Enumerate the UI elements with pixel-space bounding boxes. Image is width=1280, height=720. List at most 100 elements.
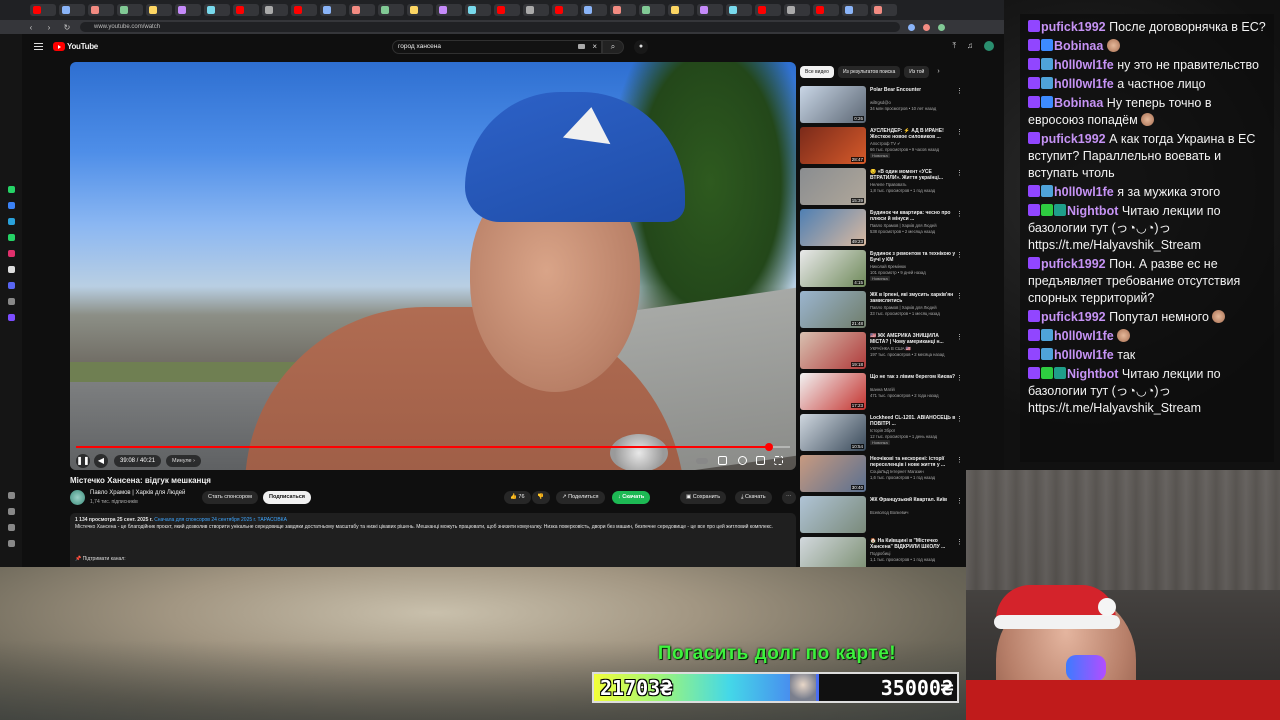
chat-username[interactable]: h0ll0wl1fe [1054,348,1114,362]
subscribe-button[interactable]: Подписаться [263,491,311,504]
recommendation-title[interactable]: ЖК Французький Квартал. Київ [870,497,956,503]
voice-search-icon[interactable]: ● [634,40,648,54]
telegram-icon[interactable] [8,218,15,225]
recommendation-title[interactable]: ЖК в Ірпені, які змусить харків'ян замис… [870,292,956,304]
whatsapp-icon[interactable] [8,186,15,193]
browser-tab[interactable] [204,4,230,16]
app-icon[interactable] [8,314,15,321]
dislike-button[interactable]: 👎 [532,491,550,504]
recommendation-item[interactable]: 19:18 🇺🇸 ЖК АМЕРИКА ЗНИЩИЛА МІСТА? | Чому… [800,330,966,371]
more-actions-button[interactable]: ⋯ [782,491,796,504]
download-button[interactable]: ⤓ Скачать [735,491,772,504]
recommendation-item[interactable]: 🏠 На Київщині в "Містечко Хансена" ВІДКР… [800,535,966,567]
recommendation-channel[interactable]: Іванна Матій [870,387,956,392]
recommendation-item[interactable]: 15:39 😏 «В один момент «УСЕ ВТРАТИЛИ». Жи… [800,166,966,207]
recommendation-channel[interactable]: wiltrgsd@o [870,100,956,105]
miniplayer-icon[interactable] [756,456,765,465]
browser-tab[interactable] [117,4,143,16]
recommendation-thumbnail[interactable]: 19:18 [800,332,866,369]
browser-tab[interactable] [871,4,897,16]
browser-tab[interactable] [175,4,201,16]
browser-tab[interactable] [88,4,114,16]
chip-all-videos[interactable]: Все видео [800,66,834,78]
dock-icon[interactable] [8,524,15,531]
recommendation-channel[interactable]: Всеволод Волкевич [870,510,956,515]
browser-tab[interactable] [465,4,491,16]
save-button[interactable]: ▣ Сохранить [680,491,727,504]
recommendation-channel[interactable]: Павло Храмов | Харків для Людей [870,305,956,310]
progress-scrubber[interactable] [764,443,773,451]
video-player[interactable]: ❚❚ ◀ 39:08 / 40:21 Минуле › [70,62,796,470]
browser-tab[interactable] [697,4,723,16]
recommendation-menu-icon[interactable]: ⋮ [956,251,963,259]
channel-name[interactable]: Павло Храмов | Харків для Людей [90,490,185,496]
chat-username[interactable]: pufick1992 [1041,257,1106,271]
recommendation-title[interactable]: Що не так з лівим берегом Києва? [870,374,956,380]
recommendation-title[interactable]: Будинок з ремонтом та технікою у Бучі у … [870,251,956,263]
recommendation-channel[interactable]: Апостроф TV ✔ [870,141,956,146]
browser-tab[interactable] [668,4,694,16]
browser-tab[interactable] [436,4,462,16]
recommendation-title[interactable]: Неочікові та нескорені: історії переселе… [870,456,956,468]
search-input[interactable]: город хансена × [392,40,602,54]
browser-tab[interactable] [523,4,549,16]
recommendation-item[interactable]: 10:54 Lockheed CL-1201. АВІАНОСЕЦЬ в ПОВІ… [800,412,966,453]
chapter-button[interactable]: Минуле › [166,455,201,467]
recommendation-thumbnail[interactable]: 4:15 [800,250,866,287]
download-button-green[interactable]: ↓ Скачать [612,491,651,504]
app-icon[interactable] [8,298,15,305]
browser-tab[interactable] [378,4,404,16]
recommendation-menu-icon[interactable]: ⋮ [956,497,963,505]
recommendation-menu-icon[interactable]: ⋮ [956,415,963,423]
recommendation-thumbnail[interactable]: 28:47 [800,127,866,164]
chip-search-results[interactable]: Из результатов поиска [837,66,901,78]
recommendation-channel[interactable]: СоціаЛьД Інтернет Магазин [870,469,956,474]
share-button[interactable]: ↗ Поделиться [556,491,605,504]
recommendation-thumbnail[interactable]: 17:23 [800,373,866,410]
recommendation-menu-icon[interactable]: ⋮ [956,169,963,177]
recommendation-thumbnail[interactable]: 21:48 [800,291,866,328]
browser-tab[interactable] [262,4,288,16]
chat-username[interactable]: h0ll0wl1fe [1054,77,1114,91]
menu-icon[interactable] [34,43,43,50]
browser-tab[interactable] [494,4,520,16]
channel-avatar[interactable] [70,490,85,505]
pause-button[interactable]: ❚❚ [76,454,90,468]
forward-icon[interactable]: › [44,23,54,32]
recommendation-channel[interactable]: Нелепе Правовать [870,182,956,187]
recommendation-menu-icon[interactable]: ⋮ [956,374,963,382]
reload-icon[interactable]: ↻ [62,23,72,32]
browser-tab[interactable] [842,4,868,16]
back-icon[interactable]: ‹ [26,23,36,32]
browser-tab[interactable] [407,4,433,16]
instagram-icon[interactable] [8,250,15,257]
recommendation-thumbnail[interactable]: 10:54 [800,414,866,451]
recommendation-thumbnail[interactable] [800,496,866,533]
chat-app-icon[interactable] [8,234,15,241]
recommendation-menu-icon[interactable]: ⋮ [956,87,963,95]
chat-username[interactable]: Nightbot [1067,204,1118,218]
browser-tab[interactable] [726,4,752,16]
recommendation-item[interactable]: 49:23 Будинок чи квартира: чесно про плюс… [800,207,966,248]
chips-next-icon[interactable]: › [933,66,939,78]
recommendation-menu-icon[interactable]: ⋮ [956,333,963,341]
chat-username[interactable]: h0ll0wl1fe [1054,58,1114,72]
extension-icon[interactable] [938,23,945,31]
chat-username[interactable]: pufick1992 [1041,310,1106,324]
clear-search-icon[interactable]: × [592,41,597,53]
like-button[interactable]: 👍 76 [504,491,531,504]
recommendation-item[interactable]: 30:40 Неочікові та нескорені: історії пер… [800,453,966,494]
recommendation-menu-icon[interactable]: ⋮ [956,538,963,546]
recommendation-menu-icon[interactable]: ⋮ [956,210,963,218]
account-avatar[interactable] [984,41,994,51]
chat-username[interactable]: h0ll0wl1fe [1054,329,1114,343]
browser-tab[interactable] [59,4,85,16]
browser-tab[interactable] [639,4,665,16]
recommendation-title[interactable]: 🏠 На Київщині в "Містечко Хансена" ВІДКР… [870,538,956,550]
search-button[interactable]: ⌕ [602,40,624,54]
browser-tab[interactable] [755,4,781,16]
dock-icon[interactable] [8,540,15,547]
video-progress-bar[interactable] [76,443,790,451]
url-field[interactable]: www.youtube.com/watch [80,22,900,32]
recommendation-thumbnail[interactable]: 15:39 [800,168,866,205]
